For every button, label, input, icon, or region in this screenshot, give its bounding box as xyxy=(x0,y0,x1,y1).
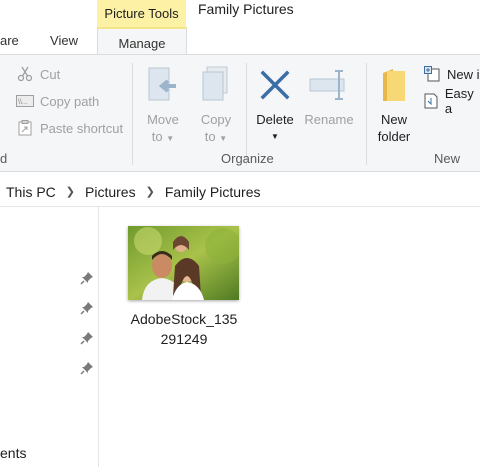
new-folder-label-2: folder xyxy=(377,129,411,144)
copy-to-label-2: to xyxy=(204,129,216,144)
easy-access-label: Easy a xyxy=(444,86,474,116)
tab-share-label: are xyxy=(0,33,19,48)
paste-shortcut-button[interactable]: Paste shortcut xyxy=(16,118,123,138)
new-item-button[interactable]: New i xyxy=(423,64,480,84)
paste-shortcut-icon xyxy=(16,120,34,136)
pin-icon[interactable] xyxy=(80,361,94,375)
move-to-icon xyxy=(143,65,183,105)
rename-label: Rename xyxy=(304,112,354,127)
new-folder-label: New xyxy=(380,112,407,127)
easy-access-icon xyxy=(423,93,439,109)
copy-to-button[interactable]: Copy to ▼ xyxy=(196,65,236,147)
picture-tools-header: Picture Tools xyxy=(97,0,186,27)
cut-label: Cut xyxy=(40,66,61,82)
copy-path-button[interactable]: \\... Copy path xyxy=(16,91,99,111)
breadcrumb-pictures[interactable]: Pictures xyxy=(85,184,136,200)
tab-manage[interactable]: Manage xyxy=(97,27,187,57)
tab-view-label: View xyxy=(50,33,78,48)
paste-shortcut-label: Paste shortcut xyxy=(40,120,124,136)
copy-path-icon: \\... xyxy=(16,93,34,109)
dropdown-caret-icon: ▼ xyxy=(219,134,228,143)
delete-label: Delete xyxy=(256,112,294,127)
delete-x-icon xyxy=(255,65,295,105)
cut-button[interactable]: Cut xyxy=(16,64,60,84)
move-to-button[interactable]: Move to ▼ xyxy=(143,65,183,147)
tab-view[interactable]: View xyxy=(42,27,86,54)
dropdown-caret-icon: ▼ xyxy=(166,134,175,143)
tab-share[interactable]: are xyxy=(0,27,20,54)
svg-text:\\...: \\... xyxy=(18,99,28,106)
easy-access-button[interactable]: Easy a xyxy=(423,86,480,116)
picture-tools-label: Picture Tools xyxy=(104,6,179,21)
file-item-thumbnail[interactable] xyxy=(128,226,239,300)
folder-icon xyxy=(374,65,414,105)
move-to-label: Move xyxy=(147,112,179,127)
pin-icon[interactable] xyxy=(80,301,94,315)
move-to-label-2: to xyxy=(151,129,163,144)
group-divider xyxy=(132,63,133,165)
group-divider xyxy=(366,63,367,165)
ribbon-tab-row: Picture Tools Family Pictures are View M… xyxy=(0,0,480,57)
clipboard-group-label: d xyxy=(0,151,8,166)
dropdown-caret-icon: ▼ xyxy=(271,132,279,141)
rename-button[interactable]: Rename xyxy=(303,65,355,128)
scissors-icon xyxy=(16,66,34,82)
nav-item-documents[interactable]: ents xyxy=(0,445,26,461)
family-photo-image xyxy=(128,226,239,300)
breadcrumb-family-pictures[interactable]: Family Pictures xyxy=(165,184,261,200)
new-item-icon xyxy=(423,66,441,82)
file-name-line: 291249 xyxy=(160,331,208,347)
new-item-label: New i xyxy=(447,66,480,82)
tab-manage-label: Manage xyxy=(118,35,166,51)
rename-icon xyxy=(309,65,349,105)
chevron-right-icon[interactable]: ❯ xyxy=(66,185,75,198)
copy-to-icon xyxy=(196,65,236,105)
window-title: Family Pictures xyxy=(198,1,294,17)
breadcrumb-this-pc[interactable]: This PC xyxy=(6,184,56,200)
file-name-line: AdobeStock_135 xyxy=(130,311,238,327)
chevron-right-icon[interactable]: ❯ xyxy=(146,185,155,198)
group-divider xyxy=(246,63,247,165)
new-group-label: New xyxy=(434,151,461,166)
copy-to-label: Copy xyxy=(200,112,232,127)
delete-button[interactable]: Delete ▼ xyxy=(253,65,297,145)
pin-icon[interactable] xyxy=(80,331,94,345)
ribbon: Cut \\... Copy path Paste shortcut d Mov… xyxy=(0,54,480,172)
new-folder-button[interactable]: New folder xyxy=(372,65,416,145)
pin-icon[interactable] xyxy=(80,271,94,285)
copy-path-label: Copy path xyxy=(40,93,100,109)
organize-group-label: Organize xyxy=(221,151,274,166)
file-item-name[interactable]: AdobeStock_135 291249 xyxy=(118,309,250,349)
address-bar[interactable]: This PC ❯ Pictures ❯ Family Pictures xyxy=(0,177,480,207)
